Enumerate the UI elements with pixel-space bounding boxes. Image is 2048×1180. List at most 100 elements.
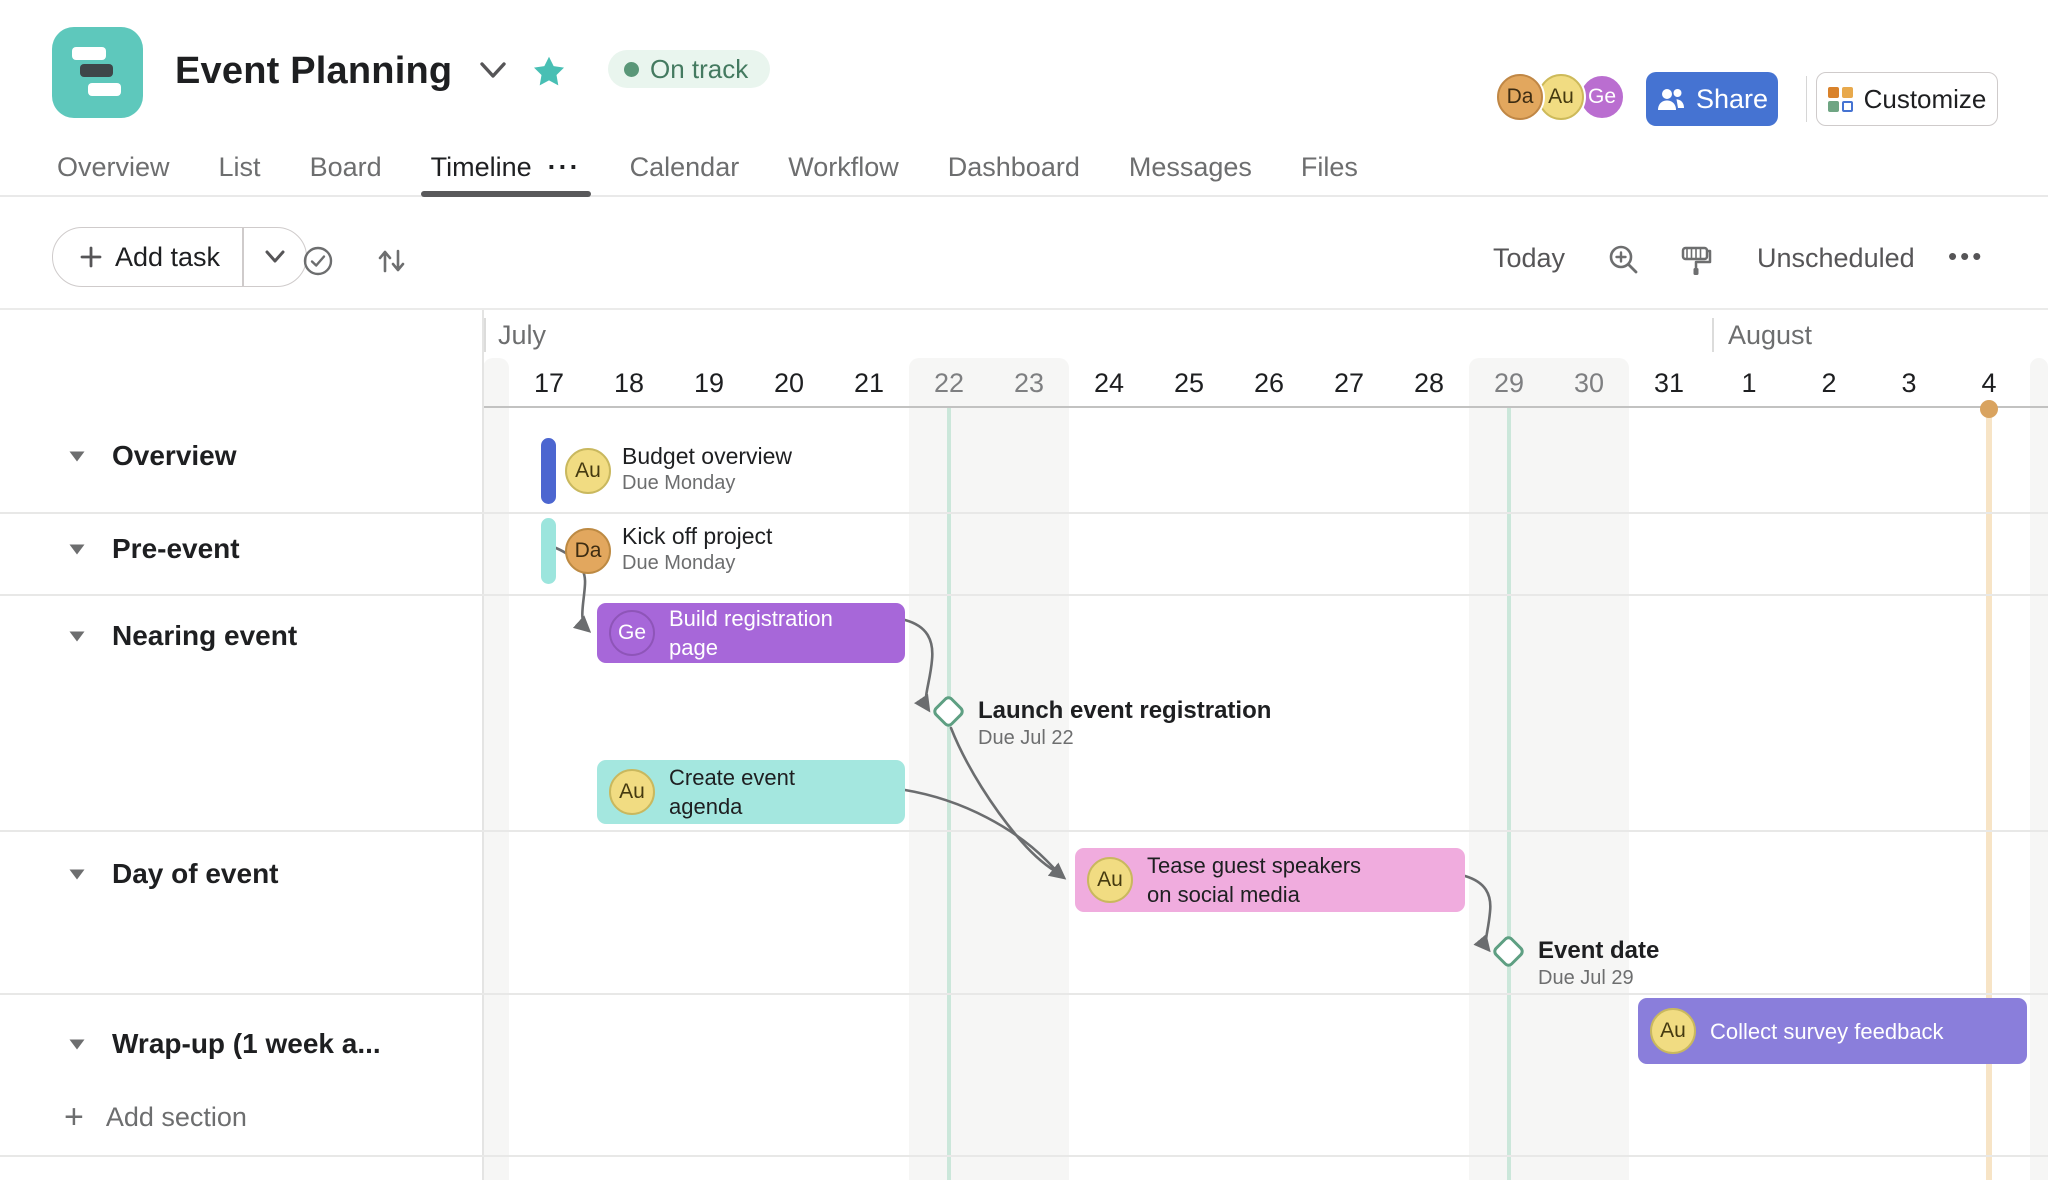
- collapse-triangle-icon[interactable]: [68, 450, 86, 463]
- plus-icon: +: [64, 1100, 84, 1134]
- day-label[interactable]: 18: [589, 368, 669, 399]
- day-label[interactable]: 30: [1549, 368, 1629, 399]
- month-tick: [1712, 318, 1714, 352]
- milestone-due-date: Due Jul 29: [1538, 965, 1659, 991]
- favorite-star-icon[interactable]: [531, 54, 567, 95]
- status-badge[interactable]: On track: [608, 50, 770, 88]
- tab-files[interactable]: Files: [1301, 152, 1358, 183]
- customize-icon-square: [1842, 87, 1853, 98]
- section-label: Pre-event: [112, 533, 240, 565]
- day-label[interactable]: 3: [1869, 368, 1949, 399]
- section-header-pre-event[interactable]: Pre-event: [68, 533, 240, 565]
- task-bar-collect-survey-feedback[interactable]: AuCollect survey feedback: [1638, 998, 2027, 1064]
- tab-timeline[interactable]: Timeline: [431, 152, 532, 183]
- project-logo[interactable]: [52, 27, 143, 118]
- chevron-down-icon[interactable]: [478, 60, 508, 87]
- task-label-kick-off-project[interactable]: Kick off projectDue Monday: [622, 522, 772, 576]
- customize-icon-square: [1828, 101, 1839, 112]
- task-bar-create-event-agenda[interactable]: AuCreate eventagenda: [597, 760, 905, 824]
- tab-board[interactable]: Board: [310, 152, 382, 183]
- avatar[interactable]: Da: [565, 528, 611, 574]
- add-task-caret-button[interactable]: [244, 228, 306, 286]
- tab-dashboard[interactable]: Dashboard: [948, 152, 1080, 183]
- collapse-triangle-icon[interactable]: [68, 868, 86, 881]
- task-label-budget-overview[interactable]: Budget overviewDue Monday: [622, 442, 792, 496]
- check-circle-icon[interactable]: [302, 245, 334, 282]
- zoom-icon[interactable]: [1606, 242, 1642, 283]
- milestone-due-date: Due Jul 22: [978, 725, 1271, 751]
- milestone-label-event-date[interactable]: Event dateDue Jul 29: [1538, 936, 1659, 991]
- collapse-triangle-icon[interactable]: [68, 630, 86, 643]
- day-label[interactable]: 2: [1789, 368, 1869, 399]
- collapse-triangle-icon[interactable]: [68, 543, 86, 556]
- section-separator: [0, 993, 2048, 995]
- task-due-date: Due Monday: [622, 550, 772, 576]
- today-button[interactable]: Today: [1493, 243, 1565, 274]
- section-header-overview[interactable]: Overview: [68, 440, 237, 472]
- milestone-title: Launch event registration: [978, 696, 1271, 725]
- task-bar-tease-guest-speakers[interactable]: AuTease guest speakerson social media: [1075, 848, 1465, 912]
- unscheduled-button[interactable]: Unscheduled: [1757, 243, 1915, 274]
- tab-list[interactable]: List: [219, 152, 261, 183]
- day-label[interactable]: 27: [1309, 368, 1389, 399]
- add-task-main[interactable]: Add task: [53, 228, 242, 286]
- day-label[interactable]: 24: [1069, 368, 1149, 399]
- asana-timeline-app: Event Planning On track GeAuDa Share Cus…: [0, 0, 2048, 1180]
- paint-roller-icon[interactable]: [1678, 242, 1714, 283]
- tab-overflow-icon[interactable]: ···: [548, 152, 581, 183]
- milestone-label-launch-event-registration[interactable]: Launch event registrationDue Jul 22: [978, 696, 1271, 751]
- day-label[interactable]: 29: [1469, 368, 1549, 399]
- add-task-button[interactable]: Add task: [52, 227, 307, 287]
- avatar[interactable]: Au: [1650, 1008, 1696, 1054]
- add-task-label: Add task: [115, 242, 220, 273]
- day-label[interactable]: 26: [1229, 368, 1309, 399]
- section-header-nearing-event[interactable]: Nearing event: [68, 620, 297, 652]
- section-separator: [0, 594, 2048, 596]
- timeline-chart: JulyAugust 17181920212223242526272829303…: [0, 310, 2048, 1180]
- avatar[interactable]: Ge: [1579, 74, 1625, 120]
- share-people-icon: [1656, 86, 1686, 112]
- task-bar-budget-overview[interactable]: [541, 438, 556, 504]
- tab-messages[interactable]: Messages: [1129, 152, 1252, 183]
- tab-workflow[interactable]: Workflow: [788, 152, 899, 183]
- day-label[interactable]: 28: [1389, 368, 1469, 399]
- customize-button[interactable]: Customize: [1816, 72, 1998, 126]
- header-divider: [1806, 76, 1807, 122]
- share-button[interactable]: Share: [1646, 72, 1778, 126]
- milestone-date-line: [1507, 408, 1511, 1180]
- tab-calendar[interactable]: Calendar: [630, 152, 740, 183]
- sort-arrows-icon[interactable]: [374, 245, 408, 282]
- date-row-rule: [482, 406, 2048, 408]
- avatar[interactable]: Au: [565, 448, 611, 494]
- more-options-icon[interactable]: •••: [1948, 241, 1984, 272]
- day-label[interactable]: 22: [909, 368, 989, 399]
- tab-overview[interactable]: Overview: [57, 152, 170, 183]
- day-label[interactable]: 31: [1629, 368, 1709, 399]
- avatar[interactable]: Au: [609, 769, 655, 815]
- section-label: Day of event: [112, 858, 279, 890]
- avatar[interactable]: Ge: [609, 610, 655, 656]
- day-label[interactable]: 25: [1149, 368, 1229, 399]
- add-section-button[interactable]: + Add section: [64, 1100, 247, 1134]
- avatar[interactable]: Au: [1087, 857, 1133, 903]
- section-header-wrap-up-week-a[interactable]: Wrap-up (1 week a...: [68, 1028, 381, 1060]
- day-label[interactable]: 21: [829, 368, 909, 399]
- weekend-band: [1469, 358, 1629, 1180]
- avatar[interactable]: Au: [1538, 74, 1584, 120]
- avatar[interactable]: Da: [1497, 74, 1543, 120]
- day-label[interactable]: 17: [509, 368, 589, 399]
- task-bar-build-registration-page[interactable]: GeBuild registrationpage: [597, 603, 905, 663]
- day-label[interactable]: 19: [669, 368, 749, 399]
- section-header-day-of-event[interactable]: Day of event: [68, 858, 279, 890]
- day-label[interactable]: 23: [989, 368, 1069, 399]
- today-marker-dot[interactable]: [1980, 400, 1998, 418]
- section-separator: [0, 512, 2048, 514]
- status-label: On track: [650, 54, 748, 85]
- day-label[interactable]: 1: [1709, 368, 1789, 399]
- logo-bar-top: [72, 47, 106, 60]
- task-bar-kick-off-project[interactable]: [541, 518, 556, 584]
- day-label[interactable]: 4: [1949, 368, 2029, 399]
- timeline-toolbar: Add task Today Unscheduled •••: [0, 197, 2048, 310]
- collapse-triangle-icon[interactable]: [68, 1038, 86, 1051]
- day-label[interactable]: 20: [749, 368, 829, 399]
